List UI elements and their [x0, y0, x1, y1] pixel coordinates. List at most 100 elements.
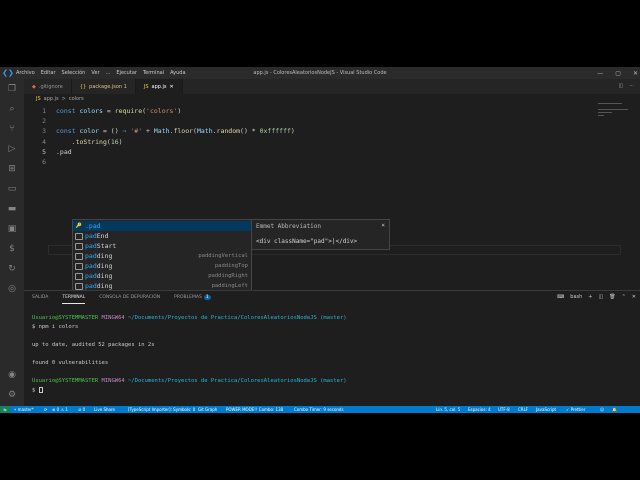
line-ending[interactable]: CRLF — [518, 406, 528, 413]
code-token: () * — [240, 127, 260, 136]
extensions-icon[interactable]: ⊞ — [6, 163, 18, 175]
remote-explorer-icon[interactable]: ▭ — [6, 183, 18, 195]
remote-indicator-icon[interactable]: ⇆ — [0, 406, 10, 413]
suggest-item[interactable]: padding paddingRight — [73, 271, 251, 281]
code-token: ) — [290, 127, 295, 136]
tab-app-js[interactable]: JS app.js ✕ — [135, 79, 183, 94]
tab-terminal[interactable]: TERMINAL — [62, 295, 86, 304]
code-token: floor — [173, 127, 194, 136]
tab-package-json[interactable]: {} package.json 1 — [72, 79, 136, 94]
details-body: <div className="pad">|</div> — [256, 238, 358, 245]
trash-icon[interactable]: 🗑 — [609, 294, 615, 300]
git-file-icon: ◆ — [32, 83, 36, 90]
terminal-command: $ — [32, 387, 39, 394]
combo-timer-status: Combo Timer: 9 seconds — [294, 407, 344, 412]
docker-icon[interactable]: ▣ — [6, 223, 18, 235]
menu-archivo[interactable]: Archivo — [16, 70, 35, 76]
code-token: = () — [99, 127, 123, 136]
more-actions-icon[interactable]: ··· — [629, 83, 634, 89]
dollar-icon[interactable]: $ — [6, 243, 18, 255]
cursor-position[interactable]: Lín. 5, col. 5 — [436, 406, 460, 413]
menu-more[interactable]: ... — [106, 70, 111, 76]
explorer-icon[interactable]: ❐ — [6, 83, 18, 95]
suggest-rest: Start — [96, 242, 117, 250]
suggest-item[interactable]: padding paddingVertical — [73, 251, 251, 261]
ports-count[interactable]: ⊘ 0 — [78, 406, 85, 413]
shell-label[interactable]: bash — [570, 294, 582, 300]
terminal-output: up to date, audited 52 packages in 2s — [32, 342, 155, 348]
maximize-icon[interactable]: ▢ — [615, 70, 621, 77]
suggest-match: pad — [85, 272, 97, 280]
property-icon — [75, 262, 83, 270]
minimap[interactable] — [598, 103, 630, 133]
encoding[interactable]: UTF-8 — [498, 406, 510, 413]
keyword-icon: 🔑 — [75, 223, 83, 229]
line-number: 1 — [42, 107, 46, 115]
account-icon[interactable]: ◉ — [6, 369, 18, 381]
suggest-item[interactable]: padding paddingTop — [73, 261, 251, 271]
close-panel-icon[interactable]: ✕ — [632, 294, 636, 300]
settings-gear-icon[interactable]: ⚙ — [6, 389, 18, 401]
close-details-icon[interactable]: × — [381, 222, 385, 229]
menu-ayuda[interactable]: Ayuda — [170, 70, 185, 76]
terminal-prompt: Usuario@SYSTEMMASTER MINGW64 ~/Documents… — [32, 315, 347, 321]
tab-problemas[interactable]: PROBLEMAS 1 — [174, 295, 211, 304]
menu-ejecutar[interactable]: Ejecutar — [116, 70, 137, 76]
git-branch[interactable]: ⑂ master* — [14, 406, 34, 413]
bottom-panel: SALIDA TERMINAL CONSOLA DE DEPURACIÓN PR… — [24, 290, 640, 406]
tab-gitignore[interactable]: ◆ .gitignore — [24, 79, 72, 94]
property-icon — [75, 282, 83, 290]
folder-icon[interactable]: ▬ — [6, 203, 18, 215]
tab-salida[interactable]: SALIDA — [32, 295, 48, 304]
terminal-input-line[interactable]: $ — [32, 387, 43, 394]
prompt-path: ~/Documents/Proyectos de Practica/Colore… — [128, 378, 317, 384]
suggest-details: Emmet Abbreviation × <div className="pad… — [251, 219, 390, 250]
terminal-cursor — [38, 387, 43, 393]
menu-terminal[interactable]: Terminal — [143, 70, 164, 76]
notifications-icon[interactable]: 🔔 — [612, 406, 617, 413]
sync-icon[interactable]: ⟳ — [44, 406, 47, 413]
tab-consola-depuracion[interactable]: CONSOLA DE DEPURACIÓN — [99, 295, 160, 304]
account-status-icon[interactable]: ☺ — [600, 406, 604, 413]
split-terminal-icon[interactable]: ◫ — [599, 294, 604, 300]
suggest-match: pad — [85, 262, 97, 270]
language-mode[interactable]: JavaScript — [536, 406, 556, 413]
suggest-item[interactable]: padStart — [73, 241, 251, 251]
suggest-rest: ding — [96, 282, 113, 290]
live-share-icon[interactable]: ↻ — [6, 263, 18, 275]
new-terminal-icon[interactable]: + — [588, 294, 592, 300]
source-control-icon[interactable]: ⑂ — [6, 123, 18, 135]
suggest-rest: End — [96, 232, 109, 240]
run-debug-icon[interactable]: ▷ — [6, 143, 18, 155]
live-share-status[interactable]: Live Share — [94, 406, 115, 413]
breadcrumb-symbol[interactable]: colors — [69, 96, 84, 102]
indentation[interactable]: Espacios: 4 — [468, 406, 491, 413]
menu-bar: Archivo Editar Selección Ver ... Ejecuta… — [16, 70, 186, 76]
git-graph-status[interactable]: Git Graph — [198, 406, 217, 413]
git-graph-icon[interactable]: ◎ — [6, 283, 18, 295]
minimize-icon[interactable]: — — [597, 70, 603, 77]
menu-editar[interactable]: Editar — [41, 70, 56, 76]
prettier-status[interactable]: ✓ Prettier — [566, 406, 585, 413]
suggest-match: pad — [85, 252, 97, 260]
code-token: Math — [196, 127, 213, 136]
prompt-host: MINGW64 — [98, 315, 129, 321]
ts-importer-status[interactable]: [TypeScript Importer]: Symbols: 0 — [128, 406, 195, 413]
menu-ver[interactable]: Ver — [91, 70, 99, 76]
maximize-panel-icon[interactable]: ⌃ — [622, 294, 626, 300]
prompt-host: MINGW64 — [98, 378, 129, 384]
suggest-item[interactable]: 🔑 .pad — [73, 221, 251, 231]
problems-count[interactable]: ⊗ 0 ⚠ 1 — [52, 406, 68, 413]
line-number: 4 — [42, 137, 46, 146]
terminal-output: found 0 vulnerabilities — [32, 360, 109, 366]
prompt-branch: (master) — [316, 378, 347, 384]
json-file-icon: {} — [79, 83, 87, 90]
breadcrumb-file[interactable]: app.js — [44, 96, 59, 102]
close-tab-icon[interactable]: ✕ — [170, 84, 174, 90]
split-editor-icon[interactable]: ◫ — [618, 83, 623, 89]
close-window-icon[interactable]: ✕ — [633, 70, 638, 77]
suggest-item[interactable]: padEnd — [73, 231, 251, 241]
search-icon[interactable]: ⌕ — [6, 103, 18, 115]
code-token: Math — [153, 127, 170, 136]
menu-seleccion[interactable]: Selección — [62, 70, 86, 76]
